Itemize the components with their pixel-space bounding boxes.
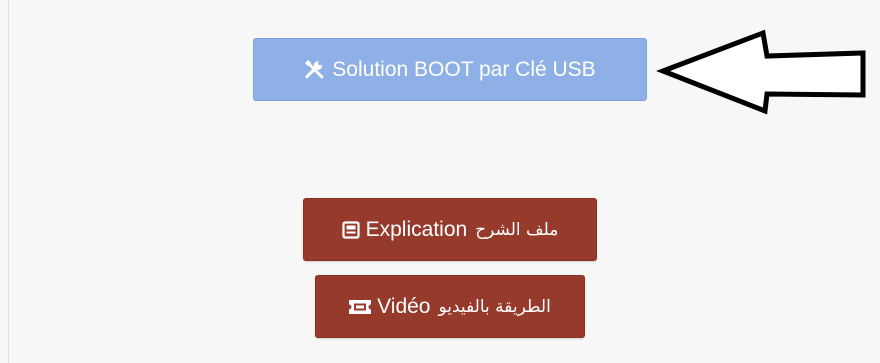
explication-arabic-label: ملف الشرح (475, 219, 559, 240)
explication-button[interactable]: Explication ملف الشرح (303, 198, 597, 261)
tools-icon (304, 59, 326, 81)
video-arabic-label: الطريقة بالفيديو (438, 296, 551, 317)
left-divider (8, 0, 9, 363)
explication-label: Explication (365, 217, 468, 241)
ticket-icon (349, 299, 372, 314)
video-label: Vidéo (377, 294, 431, 318)
usb-boot-solution-label: Solution BOOT par Clé USB (332, 57, 596, 81)
document-icon (342, 220, 360, 239)
left-arrow-icon (656, 29, 866, 115)
video-button[interactable]: Vidéo الطريقة بالفيديو (315, 275, 585, 338)
usb-boot-solution-button[interactable]: Solution BOOT par Clé USB (253, 38, 647, 101)
